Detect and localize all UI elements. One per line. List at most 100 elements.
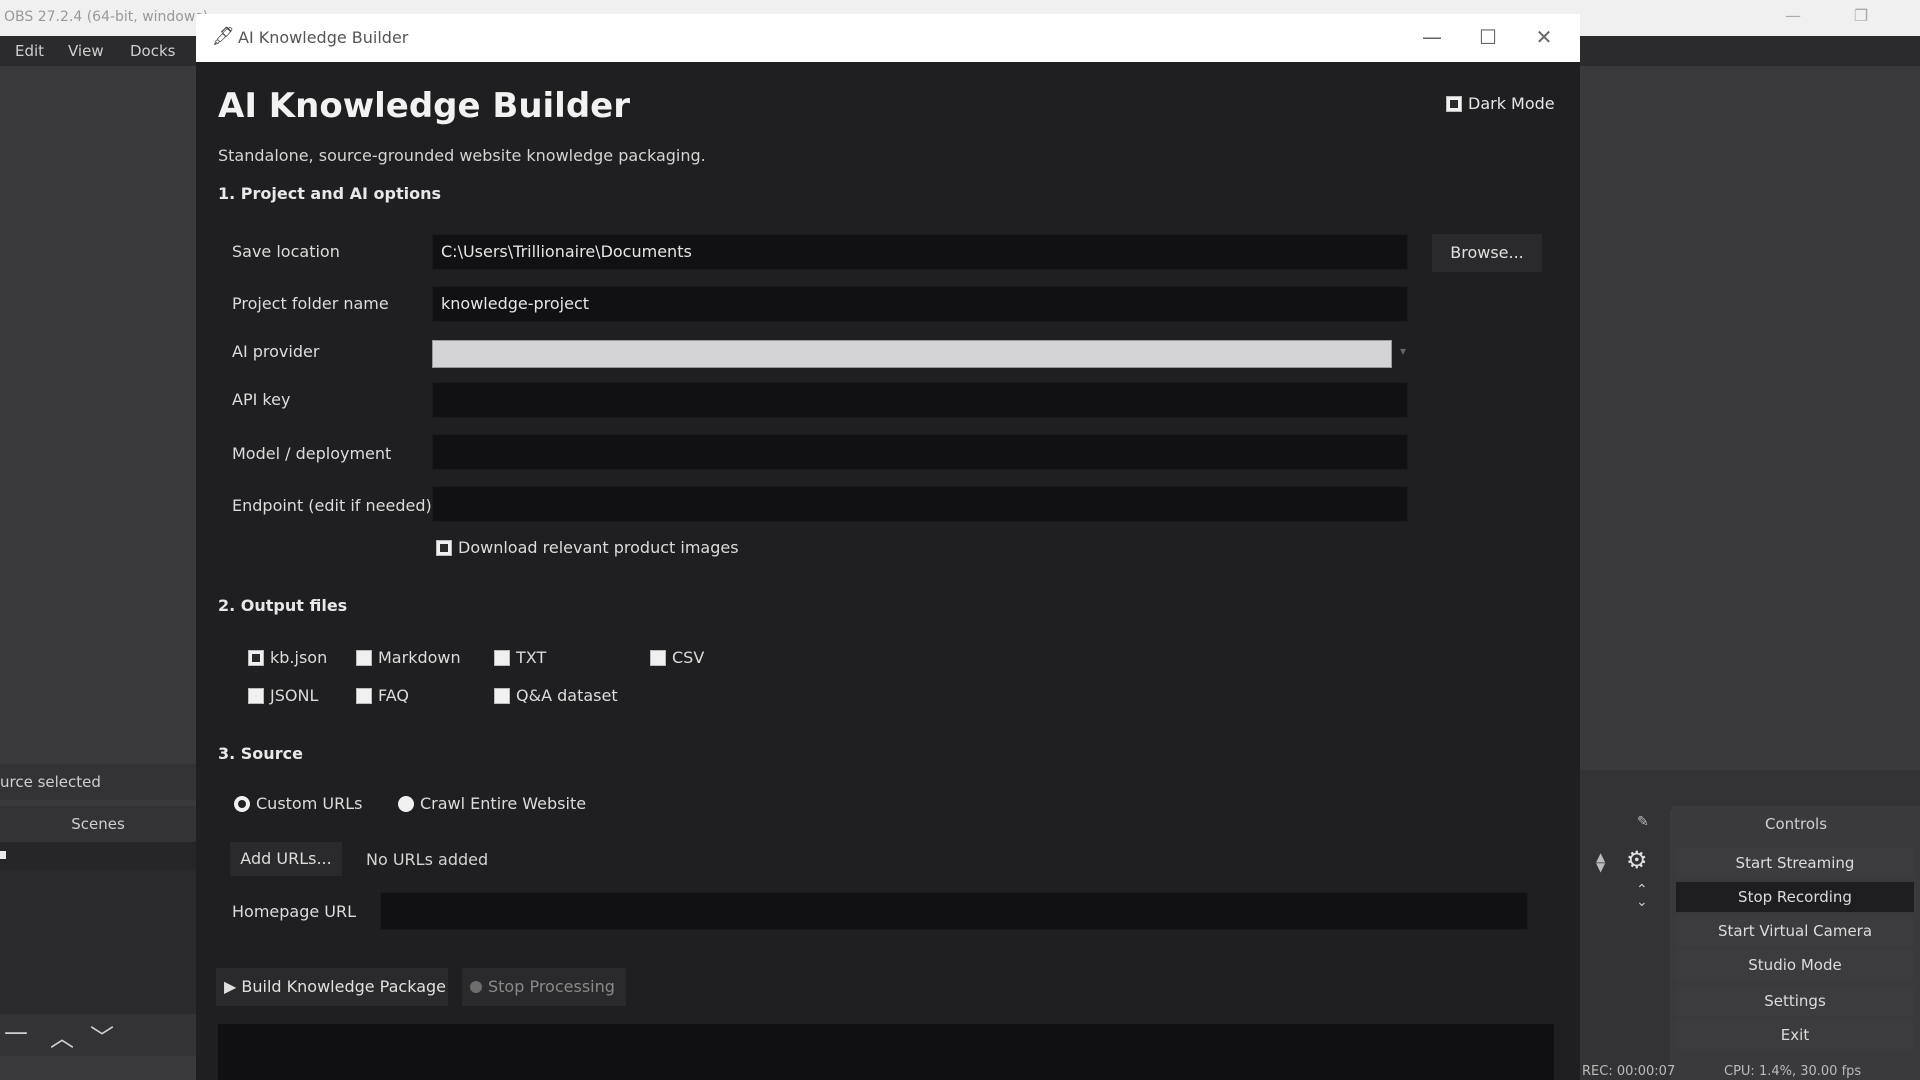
controls-title: Controls: [1764, 815, 1828, 833]
save-location-field[interactable]: C:\Users\Trillionaire\Documents: [432, 234, 1408, 270]
output-csv-checkbox[interactable]: [650, 650, 666, 666]
custom-urls-radio[interactable]: [234, 796, 250, 812]
section-source: 3. Source: [218, 744, 303, 763]
ai-provider-label: AI provider: [232, 342, 320, 361]
scenes-toolbar: — ︿ ﹀: [0, 1014, 196, 1056]
download-images-label: Download relevant product images: [458, 538, 739, 557]
project-folder-field[interactable]: knowledge-project: [432, 286, 1408, 322]
dark-mode-checkbox[interactable]: [1446, 96, 1462, 112]
output-faq-checkbox[interactable]: [356, 688, 372, 704]
move-up-icon[interactable]: ︿: [50, 1018, 74, 1053]
url-count-status: No URLs added: [366, 850, 489, 869]
dialog-titlebar: 🖋 AI Knowledge Builder — ☐ ✕: [196, 14, 1580, 62]
controls-dock-header: Controls: [1672, 806, 1920, 842]
stop-recording-button[interactable]: Stop Recording: [1676, 882, 1914, 912]
maximize-button[interactable]: ☐: [1468, 22, 1508, 52]
page-title: AI Knowledge Builder: [218, 86, 631, 126]
obs-restore-button[interactable]: ❐: [1846, 6, 1876, 28]
studio-mode-button[interactable]: Studio Mode: [1676, 950, 1914, 980]
output-qa-dataset-checkbox[interactable]: [494, 688, 510, 704]
custom-urls-label: Custom URLs: [256, 794, 363, 813]
stop-icon: [470, 981, 482, 993]
feather-icon: 🖋: [212, 26, 235, 47]
output-qa-dataset[interactable]: Q&A dataset: [494, 686, 618, 705]
log-output[interactable]: [218, 1024, 1554, 1080]
source-status-bar: urce selected: [0, 764, 196, 800]
output-kbjson[interactable]: kb.json: [248, 648, 327, 667]
output-markdown-checkbox[interactable]: [356, 650, 372, 666]
endpoint-field[interactable]: [432, 486, 1408, 522]
move-down-icon[interactable]: ﹀: [90, 1018, 114, 1053]
start-virtual-camera-button[interactable]: Start Virtual Camera: [1676, 916, 1914, 946]
obs-dock-strip: [1580, 770, 1920, 810]
model-label: Model / deployment: [232, 444, 392, 463]
output-csv-label: CSV: [672, 648, 705, 667]
exit-button[interactable]: Exit: [1676, 1020, 1914, 1050]
scenes-dock-header: Scenes: [0, 806, 196, 842]
endpoint-label: Endpoint (edit if needed): [232, 496, 432, 515]
spinner-icon[interactable]: ▲ ▼: [1596, 851, 1605, 873]
api-key-field[interactable]: [432, 382, 1408, 418]
output-jsonl-label: JSONL: [270, 686, 319, 705]
cpu-usage: CPU: 1.4%, 30.00 fps: [1724, 1064, 1862, 1079]
chevron-down-icon[interactable]: ▾: [1400, 344, 1406, 358]
source-crawl-website[interactable]: Crawl Entire Website: [398, 794, 586, 813]
dark-mode-toggle[interactable]: Dark Mode: [1446, 94, 1555, 113]
play-icon: ▶: [224, 977, 242, 996]
api-key-label: API key: [232, 390, 291, 409]
menu-docks[interactable]: Docks: [130, 42, 175, 60]
output-markdown[interactable]: Markdown: [356, 648, 461, 667]
obs-window-title: OBS 27.2.4 (64-bit, windows): [4, 9, 209, 25]
download-images-option[interactable]: Download relevant product images: [436, 538, 739, 557]
section-project-options: 1. Project and AI options: [218, 184, 442, 203]
browse-button[interactable]: Browse...: [1432, 234, 1542, 272]
transitions-dock: [1580, 806, 1670, 1080]
output-csv[interactable]: CSV: [650, 648, 704, 667]
source-status-text: urce selected: [0, 773, 101, 791]
output-txt-checkbox[interactable]: [494, 650, 510, 666]
output-qa-dataset-label: Q&A dataset: [516, 686, 618, 705]
page-subtitle: Standalone, source-grounded website know…: [218, 146, 706, 165]
source-custom-urls[interactable]: Custom URLs: [234, 794, 362, 813]
remove-scene-icon[interactable]: —: [4, 1018, 28, 1046]
homepage-url-field[interactable]: [380, 892, 1528, 930]
save-location-label: Save location: [232, 242, 340, 261]
rec-time: REC: 00:00:07: [1582, 1064, 1676, 1079]
ai-provider-select[interactable]: [432, 340, 1392, 368]
output-faq-label: FAQ: [378, 686, 409, 705]
output-jsonl-checkbox[interactable]: [248, 688, 264, 704]
minimize-button[interactable]: —: [1412, 22, 1452, 52]
menu-view[interactable]: View: [68, 42, 104, 60]
stop-button-label: Stop Processing: [488, 977, 615, 996]
settings-button[interactable]: Settings: [1676, 986, 1914, 1016]
output-txt[interactable]: TXT: [494, 648, 546, 667]
ai-knowledge-builder-window: 🖋 AI Knowledge Builder — ☐ ✕ AI Knowledg…: [196, 14, 1580, 1080]
output-markdown-label: Markdown: [378, 648, 461, 667]
add-urls-button[interactable]: Add URLs...: [230, 842, 342, 876]
project-folder-label: Project folder name: [232, 294, 389, 313]
model-field[interactable]: [432, 434, 1408, 470]
dark-mode-label: Dark Mode: [1468, 94, 1555, 113]
output-kbjson-label: kb.json: [270, 648, 328, 667]
scene-item[interactable]: [0, 842, 196, 870]
output-jsonl[interactable]: JSONL: [248, 686, 318, 705]
edit-icon[interactable]: ✎: [1637, 814, 1649, 830]
output-faq[interactable]: FAQ: [356, 686, 409, 705]
gear-icon[interactable]: ⚙: [1626, 846, 1648, 874]
stop-processing-button[interactable]: Stop Processing: [462, 968, 626, 1006]
crawl-website-label: Crawl Entire Website: [420, 794, 587, 813]
build-knowledge-package-button[interactable]: ▶ Build Knowledge Package: [216, 968, 448, 1006]
obs-minimize-button[interactable]: —: [1778, 6, 1808, 28]
start-streaming-button[interactable]: Start Streaming: [1676, 848, 1914, 878]
menu-edit[interactable]: Edit: [15, 42, 44, 60]
obs-status-bar: REC: 00:00:07 CPU: 1.4%, 30.00 fps: [1580, 1062, 1920, 1080]
build-button-label: Build Knowledge Package: [241, 977, 446, 996]
crawl-website-radio[interactable]: [398, 796, 414, 812]
dialog-window-title: AI Knowledge Builder: [238, 28, 409, 47]
scenes-list[interactable]: [0, 842, 196, 1014]
close-button[interactable]: ✕: [1524, 22, 1564, 52]
output-txt-label: TXT: [516, 648, 547, 667]
duration-spinner-icon[interactable]: ⌃ ⌄: [1636, 883, 1648, 909]
download-images-checkbox[interactable]: [436, 540, 452, 556]
output-kbjson-checkbox[interactable]: [248, 650, 264, 666]
